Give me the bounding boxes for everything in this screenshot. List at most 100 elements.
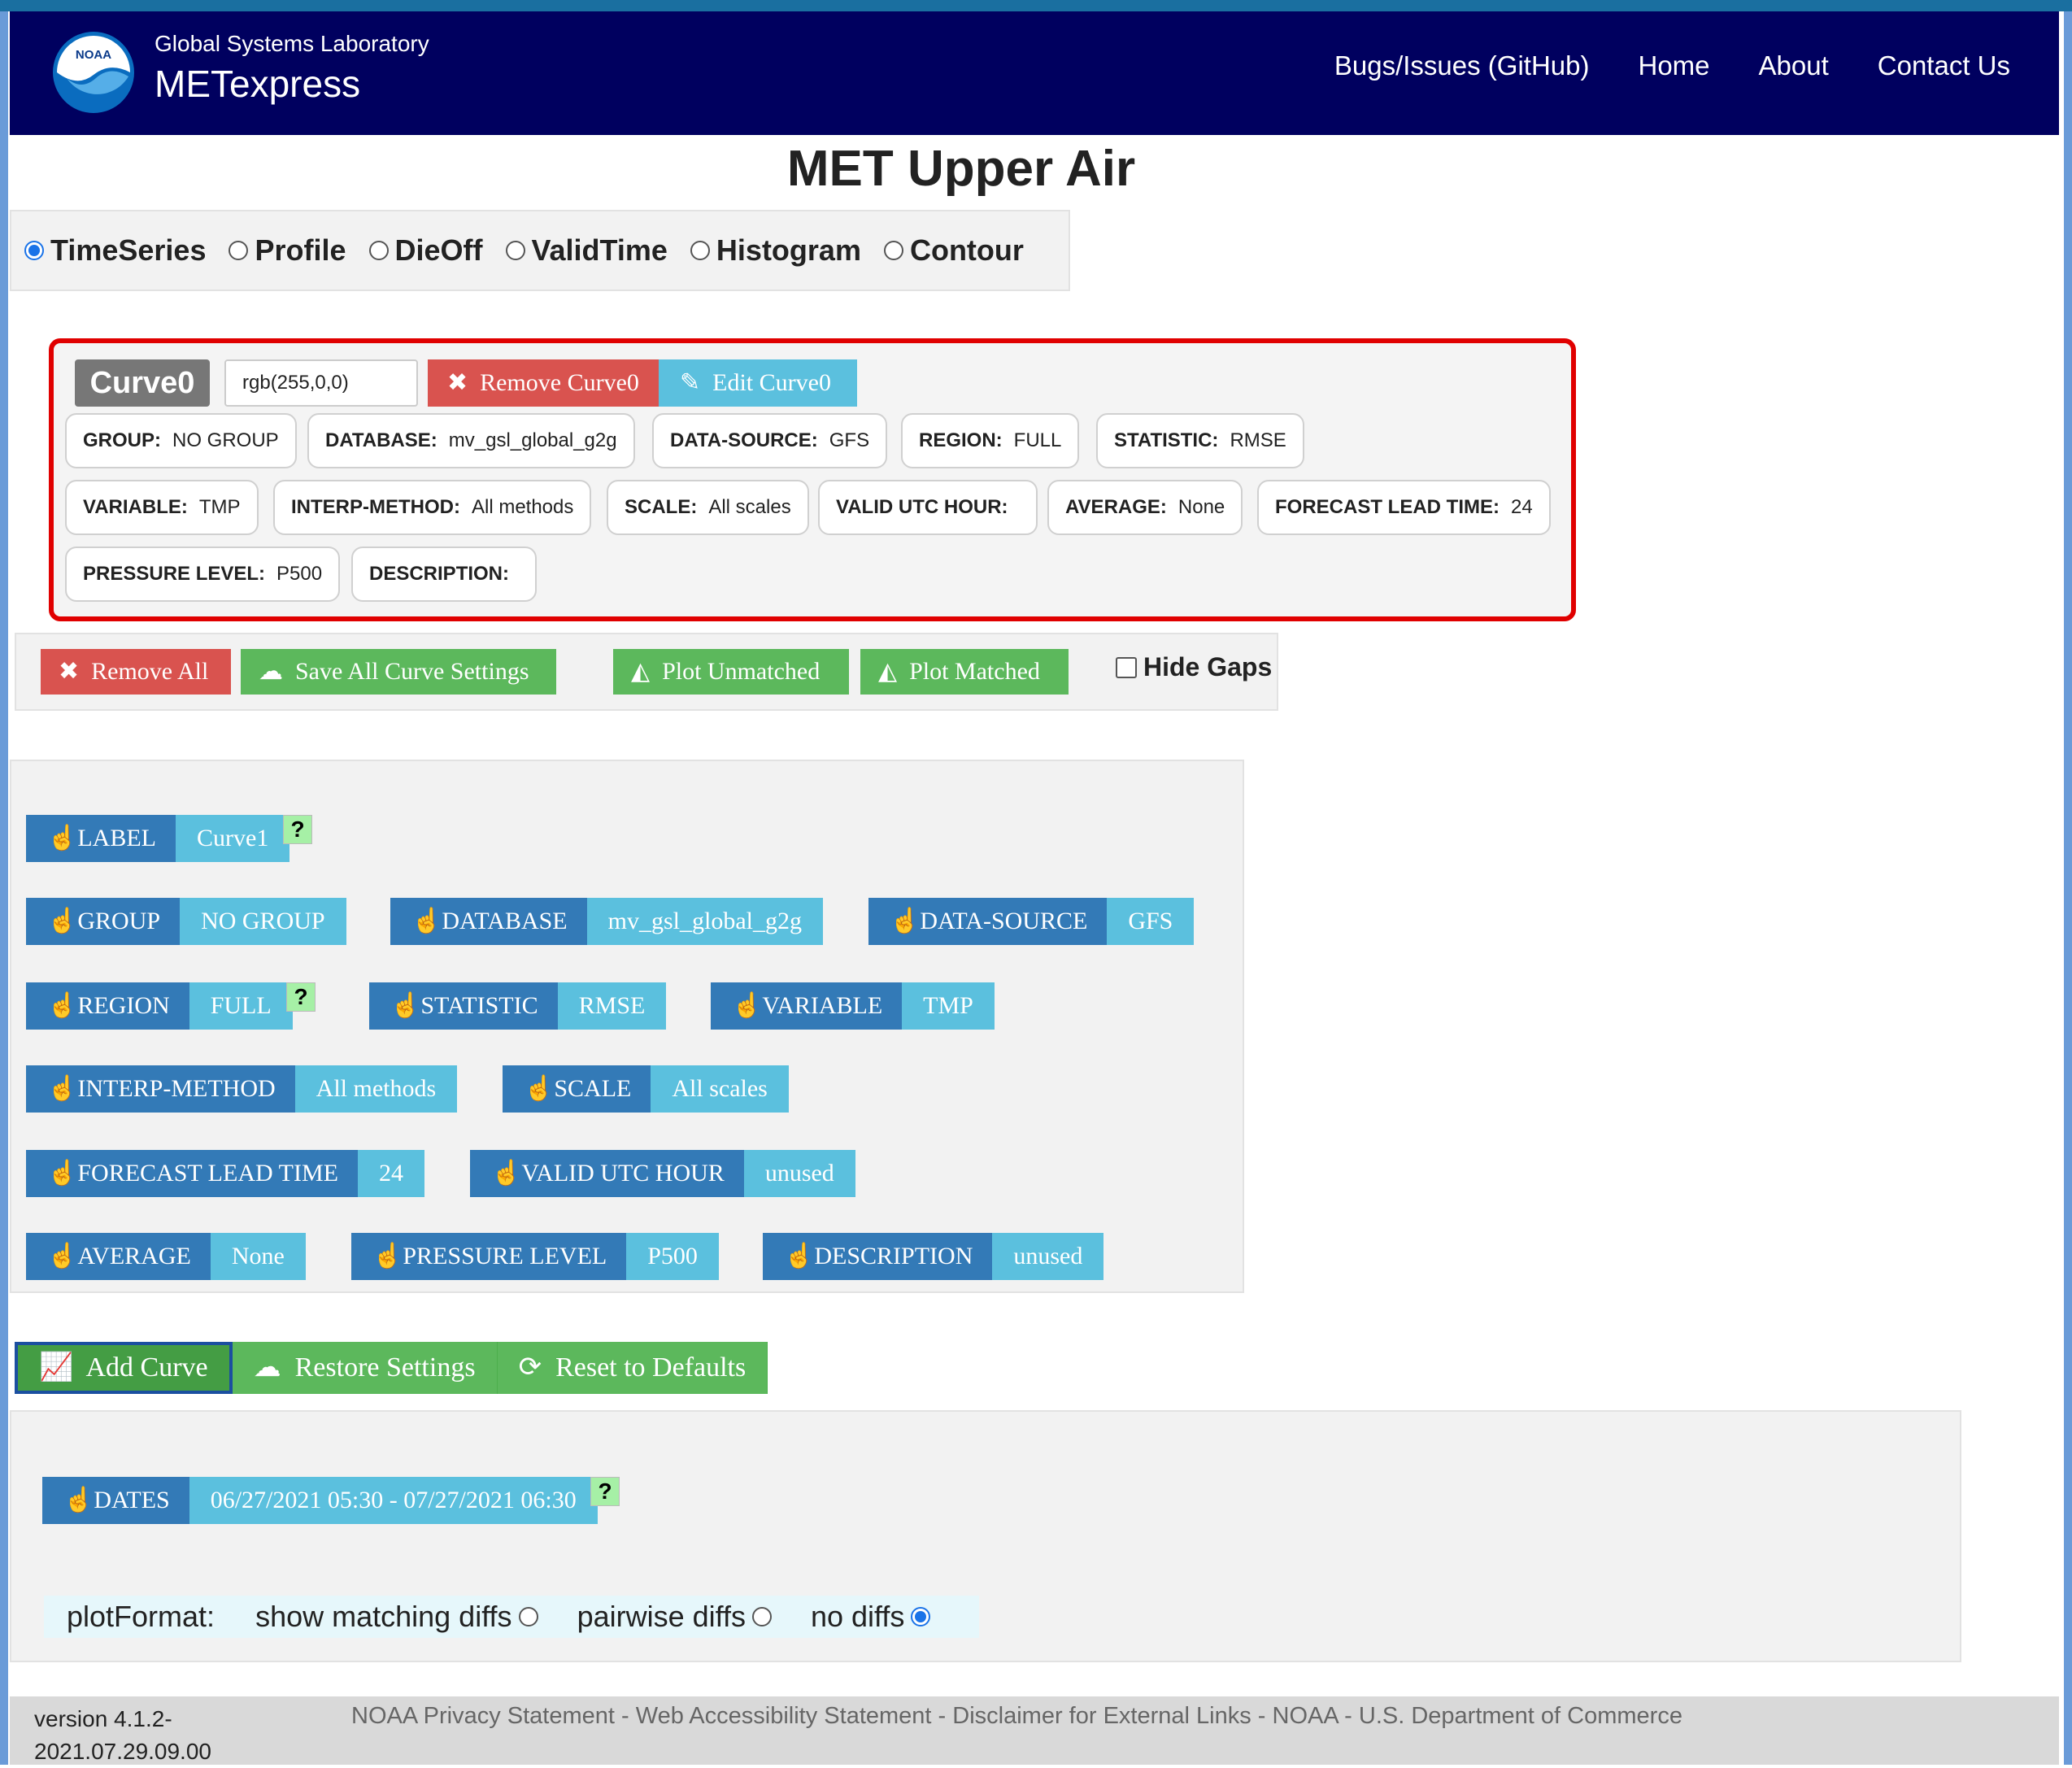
selector-value: 06/27/2021 05:30 - 07/27/2021 06:30 <box>189 1477 598 1524</box>
curve-param-statistic: STATISTIC: RMSE <box>1096 413 1304 468</box>
selector-key: ☝GROUP <box>26 898 181 945</box>
radio-no-diffs[interactable] <box>911 1607 931 1626</box>
radio-pairwise-diffs[interactable] <box>751 1607 772 1626</box>
plot-format-no-diffs[interactable]: no diffs <box>811 1600 931 1634</box>
plot-type-validtime[interactable]: ValidTime <box>505 233 668 268</box>
hand-pointer-icon: ☝ <box>372 1243 403 1269</box>
selector-value: unused <box>992 1233 1104 1280</box>
hide-gaps-toggle[interactable]: Hide Gaps <box>1116 652 1272 682</box>
selector-scale[interactable]: ☝SCALE All scales <box>503 1065 789 1113</box>
nav-link-contact[interactable]: Contact Us <box>1878 50 2010 81</box>
nav-link-home[interactable]: Home <box>1638 50 1709 81</box>
selector-value: mv_gsl_global_g2g <box>586 898 823 945</box>
refresh-icon: ⟳ <box>518 1352 542 1383</box>
selector-key: ☝AVERAGE <box>26 1233 211 1280</box>
radio-dieoff[interactable] <box>368 241 389 260</box>
plot-unmatched-button[interactable]: ◭ Plot Unmatched <box>613 649 849 695</box>
selector-description[interactable]: ☝DESCRIPTION unused <box>763 1233 1104 1280</box>
selector-forecast-lead-time[interactable]: ☝FORECAST LEAD TIME 24 <box>26 1150 424 1197</box>
radio-validtime[interactable] <box>505 241 525 260</box>
footer-link-privacy[interactable]: NOAA Privacy Statement <box>351 1703 615 1729</box>
curve-param-database: DATABASE: mv_gsl_global_g2g <box>307 413 635 468</box>
nav-link-bugs[interactable]: Bugs/Issues (GitHub) <box>1334 50 1590 81</box>
hide-gaps-checkbox[interactable] <box>1116 656 1137 678</box>
curve-edit-actions: 📈 Add Curve ☁ Restore Settings ⟳ Reset t… <box>15 1342 768 1394</box>
plot-type-label: ValidTime <box>531 233 668 267</box>
radio-contour[interactable] <box>883 241 903 260</box>
plot-type-label: Profile <box>255 233 346 267</box>
selector-statistic[interactable]: ☝STATISTIC RMSE <box>369 982 667 1030</box>
plot-format-matching-diffs[interactable]: show matching diffs <box>255 1600 538 1634</box>
footer-link-noaa[interactable]: NOAA <box>1273 1703 1339 1729</box>
plot-type-label: Contour <box>909 233 1024 267</box>
plot-type-histogram[interactable]: Histogram <box>690 233 861 268</box>
plot-type-timeseries[interactable]: TimeSeries <box>24 233 206 268</box>
plot-format-selector: plotFormat: show matching diffs pairwise… <box>44 1596 979 1638</box>
left-edge <box>0 11 8 1765</box>
selector-average[interactable]: ☝AVERAGE None <box>26 1233 306 1280</box>
help-icon[interactable]: ? <box>283 815 312 844</box>
plot-type-contour[interactable]: Contour <box>883 233 1024 268</box>
help-icon[interactable]: ? <box>286 982 316 1012</box>
selector-valid-utc-hour[interactable]: ☝VALID UTC HOUR unused <box>470 1150 855 1197</box>
footer-link-accessibility[interactable]: Web Accessibility Statement <box>636 1703 932 1729</box>
add-curve-label: Add Curve <box>85 1352 208 1383</box>
selector-dates[interactable]: ☝DATES 06/27/2021 05:30 - 07/27/2021 06:… <box>42 1477 598 1524</box>
remove-all-button[interactable]: ✖ Remove All <box>41 649 231 695</box>
save-all-label: Save All Curve Settings <box>295 658 529 685</box>
selector-value: RMSE <box>557 982 667 1030</box>
footer-link-commerce[interactable]: U.S. Department of Commerce <box>1359 1703 1682 1729</box>
footer-separator: - <box>1338 1703 1359 1729</box>
remove-all-label: Remove All <box>91 658 209 685</box>
radio-histogram[interactable] <box>690 241 710 260</box>
selector-value: Curve1 <box>176 815 290 862</box>
plot-type-profile[interactable]: Profile <box>229 233 346 268</box>
selector-pressure-level[interactable]: ☝PRESSURE LEVEL P500 <box>351 1233 719 1280</box>
curve-color-field[interactable]: rgb(255,0,0) <box>224 359 418 407</box>
save-all-button[interactable]: ☁ Save All Curve Settings <box>241 649 556 695</box>
selector-label[interactable]: ☝LABEL Curve1 <box>26 815 290 862</box>
hand-pointer-icon: ☝ <box>47 825 78 851</box>
area-chart-icon: ◭ <box>631 658 651 685</box>
restore-settings-button[interactable]: ☁ Restore Settings <box>232 1342 498 1394</box>
edit-curve-label: Edit Curve0 <box>712 369 831 396</box>
cloud-download-icon: ☁ <box>253 1352 281 1383</box>
selector-database[interactable]: ☝DATABASE mv_gsl_global_g2g <box>390 898 823 945</box>
selector-key: ☝VALID UTC HOUR <box>470 1150 744 1197</box>
plot-format-label: plotFormat: <box>67 1600 215 1633</box>
plot-type-dieoff[interactable]: DieOff <box>368 233 483 268</box>
plot-format-pairwise-diffs[interactable]: pairwise diffs <box>577 1600 772 1634</box>
edit-curve-button[interactable]: ✎ Edit Curve0 <box>659 359 857 407</box>
selector-region[interactable]: ☝REGION FULL <box>26 982 293 1030</box>
footer-link-disclaimer[interactable]: Disclaimer for External Links <box>952 1703 1251 1729</box>
reset-defaults-button[interactable]: ⟳ Reset to Defaults <box>497 1342 768 1394</box>
add-curve-button[interactable]: 📈 Add Curve <box>15 1342 233 1394</box>
plot-type-label: TimeSeries <box>50 233 207 267</box>
selector-key: ☝DATES <box>42 1477 189 1524</box>
radio-timeseries[interactable] <box>24 241 44 260</box>
noaa-logo[interactable]: NOAA <box>49 28 138 117</box>
selector-variable[interactable]: ☝VARIABLE TMP <box>711 982 995 1030</box>
selector-interp-method[interactable]: ☝INTERP-METHOD All methods <box>26 1065 458 1113</box>
nav-links: Bugs/Issues (GitHub) Home About Contact … <box>1334 50 2010 81</box>
curve-param-forecast-lead-time: FORECAST LEAD TIME: 24 <box>1257 480 1551 535</box>
brand-title[interactable]: METexpress <box>155 62 360 106</box>
remove-curve-button[interactable]: ✖ Remove Curve0 <box>428 359 659 407</box>
selector-group[interactable]: ☝GROUP NO GROUP <box>26 898 346 945</box>
selector-key: ☝DESCRIPTION <box>763 1233 993 1280</box>
selector-value: P500 <box>626 1233 719 1280</box>
plot-matched-button[interactable]: ◭ Plot Matched <box>860 649 1069 695</box>
selector-key: ☝SCALE <box>503 1065 651 1113</box>
radio-matching-diffs[interactable] <box>518 1607 538 1626</box>
hand-pointer-icon: ☝ <box>524 1075 555 1102</box>
plot-unmatched-label: Plot Unmatched <box>662 658 821 685</box>
selector-value: 24 <box>357 1150 424 1197</box>
area-chart-icon: ◭ <box>878 658 898 685</box>
nav-link-about[interactable]: About <box>1759 50 1829 81</box>
selector-key: ☝DATA-SOURCE <box>868 898 1108 945</box>
hand-pointer-icon: ☝ <box>411 908 442 934</box>
footer: version 4.1.2-2021.07.29.09.00 NOAA Priv… <box>10 1696 2059 1765</box>
help-icon[interactable]: ? <box>590 1477 620 1506</box>
radio-profile[interactable] <box>229 241 249 260</box>
selector-data-source[interactable]: ☝DATA-SOURCE GFS <box>868 898 1195 945</box>
